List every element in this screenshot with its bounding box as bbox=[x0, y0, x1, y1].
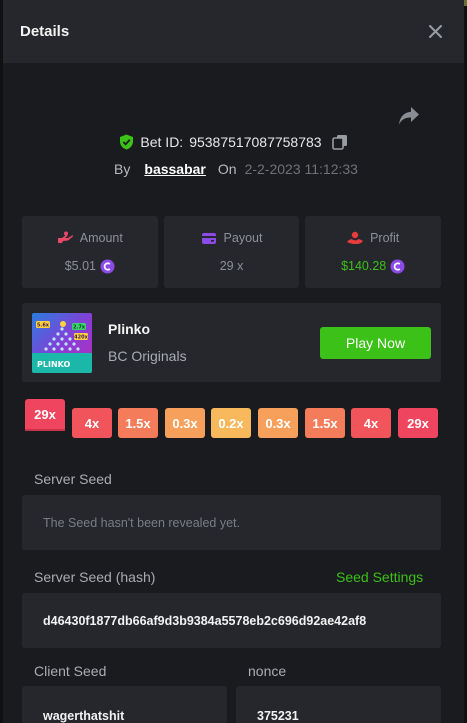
multiplier-row: 29x 4x 1.5x 0.3x 0.2x 0.3x 1.5x 4x 29x bbox=[0, 399, 467, 439]
modal-header: Details bbox=[3, 0, 464, 63]
close-icon bbox=[428, 25, 442, 38]
nonce-label: nonce bbox=[248, 663, 287, 679]
client-seed-field[interactable]: wagerthatshit bbox=[22, 686, 227, 723]
thumb-title: PLINKO bbox=[37, 360, 70, 369]
multiplier-slot: 0.2x bbox=[211, 408, 251, 438]
stat-amount-value: $5.01 bbox=[64, 259, 96, 273]
bet-id-row: Bet ID: 95387517087758783 bbox=[0, 134, 467, 150]
stat-profit-label: Profit bbox=[370, 230, 400, 245]
bet-id-value: 95387517087758783 bbox=[189, 134, 322, 150]
multiplier-slot: 29x bbox=[25, 399, 65, 429]
copy-icon[interactable] bbox=[331, 134, 348, 150]
modal-title: Details bbox=[20, 23, 70, 40]
multiplier-slot: 4x bbox=[72, 408, 112, 438]
bet-datetime: 2-2-2023 11:12:33 bbox=[244, 161, 358, 177]
server-hash-value: d46430f1877db66af9d3b9384a5578eb2c696d92… bbox=[43, 613, 367, 628]
multiplier-slot: 4x bbox=[351, 408, 391, 438]
stat-amount: Amount $5.01 bbox=[22, 216, 158, 288]
profit-icon bbox=[347, 231, 363, 244]
seed-settings-link[interactable]: Seed Settings bbox=[336, 569, 423, 585]
share-icon[interactable] bbox=[398, 106, 420, 126]
plinko-thumbnail-art: 5.6x 2.7x 420x PLINKO bbox=[32, 313, 92, 373]
server-seed-value: The Seed hasn't been revealed yet. bbox=[43, 515, 240, 530]
by-label: By bbox=[114, 161, 131, 177]
bc-coin-icon bbox=[390, 259, 405, 273]
server-hash-label: Server Seed (hash) bbox=[34, 569, 156, 585]
bet-stats: Amount $5.01 Payout 29 x Profit $140.28 bbox=[22, 216, 442, 288]
multiplier-slot: 29x bbox=[398, 408, 438, 438]
play-now-button[interactable]: Play Now bbox=[320, 327, 431, 359]
on-label: On bbox=[217, 161, 237, 177]
verified-shield-icon bbox=[120, 134, 134, 150]
thumb-badge-1: 5.6x bbox=[37, 323, 50, 329]
stat-profit: Profit $140.28 bbox=[305, 216, 442, 288]
stat-profit-value: $140.28 bbox=[341, 259, 387, 273]
server-seed-label: Server Seed bbox=[34, 471, 112, 487]
game-card: 5.6x 2.7x 420x PLINKO Plinko BC Original… bbox=[22, 303, 441, 382]
stat-payout-label: Payout bbox=[223, 231, 263, 245]
thumb-badge-2: 2.7x bbox=[73, 325, 86, 331]
game-provider: BC Originals bbox=[108, 348, 187, 364]
nonce-field[interactable]: 375231 bbox=[236, 686, 441, 723]
game-thumbnail[interactable]: 5.6x 2.7x 420x PLINKO bbox=[32, 313, 92, 373]
server-seed-field: The Seed hasn't been revealed yet. bbox=[22, 495, 441, 550]
multiplier-slot: 0.3x bbox=[258, 408, 298, 438]
backdrop-left bbox=[0, 0, 3, 723]
nonce-value: 375231 bbox=[257, 709, 299, 723]
bc-coin-icon bbox=[100, 259, 115, 273]
bet-id-label: Bet ID: bbox=[140, 134, 184, 150]
payout-icon bbox=[201, 232, 216, 244]
stat-amount-label: Amount bbox=[79, 230, 123, 245]
client-seed-value: wagerthatshit bbox=[43, 709, 125, 723]
game-name: Plinko bbox=[108, 321, 151, 337]
stat-payout-value: 29 x bbox=[219, 259, 244, 273]
multiplier-slot: 1.5x bbox=[305, 408, 345, 438]
bet-meta-row: By bassabar On 2-2-2023 11:12:33 bbox=[0, 161, 467, 177]
thumb-badge-3: 420x bbox=[74, 335, 88, 341]
multiplier-slot: 0.3x bbox=[165, 408, 205, 438]
amount-icon bbox=[57, 231, 73, 243]
multiplier-slot: 1.5x bbox=[118, 408, 158, 438]
username-link[interactable]: bassabar bbox=[144, 161, 205, 177]
stat-payout: Payout 29 x bbox=[163, 216, 300, 288]
close-button[interactable] bbox=[426, 23, 444, 41]
client-seed-label: Client Seed bbox=[34, 663, 107, 679]
server-hash-field[interactable]: d46430f1877db66af9d3b9384a5578eb2c696d92… bbox=[22, 593, 441, 648]
